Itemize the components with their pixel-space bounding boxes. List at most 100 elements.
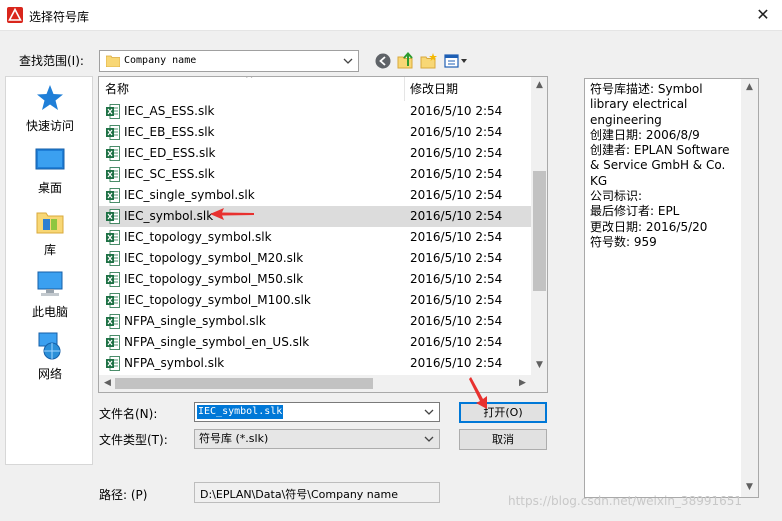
excel-file-icon	[106, 188, 120, 203]
desc-line: 符号库描述: Symbol library electrical enginee…	[590, 82, 703, 127]
excel-file-icon	[106, 335, 120, 350]
file-name: NFPA_symbol.slk	[124, 356, 225, 370]
place-label: 快速访问	[25, 119, 74, 133]
network-icon	[38, 332, 61, 360]
up-folder-icon[interactable]	[396, 51, 416, 71]
close-icon[interactable]: ✕	[752, 5, 774, 25]
file-row[interactable]: IEC_symbol.slk 2016/5/10 2:54	[99, 206, 531, 227]
scroll-left-icon[interactable]: ◀	[99, 378, 116, 388]
file-row[interactable]: IEC_ED_ESS.slk 2016/5/10 2:54	[99, 143, 531, 164]
file-row[interactable]: NFPA_single_symbol_en_US.slk 2016/5/10 2:…	[99, 332, 531, 353]
file-date: 2016/5/10 2:54	[410, 146, 503, 160]
file-date: 2016/5/10 2:54	[410, 230, 503, 244]
view-menu-icon[interactable]	[443, 51, 471, 71]
file-name: IEC_ED_ESS.slk	[124, 146, 216, 160]
desc-line: 更改日期: 2016/5/20	[590, 219, 708, 234]
scroll-down-icon[interactable]: ▼	[741, 482, 758, 492]
chevron-down-icon[interactable]	[341, 54, 355, 68]
scroll-up-icon[interactable]: ▲	[531, 80, 547, 90]
place-desktop[interactable]: 桌面	[6, 145, 94, 203]
file-date: 2016/5/10 2:54	[410, 293, 503, 307]
excel-file-icon	[106, 125, 120, 140]
file-name: IEC_single_symbol.slk	[124, 188, 255, 202]
scroll-right-icon[interactable]: ▶	[514, 378, 531, 388]
file-date: 2016/5/10 2:54	[410, 167, 503, 181]
place-label: 此电脑	[31, 305, 68, 319]
computer-icon	[37, 271, 63, 296]
desktop-icon	[35, 148, 65, 170]
lookin-combo[interactable]: Company name	[99, 50, 359, 72]
file-name: IEC_topology_symbol.slk	[124, 230, 272, 244]
filename-combo[interactable]: IEC_symbol.slk	[194, 402, 440, 422]
filename-label: 文件名(N):	[99, 407, 158, 421]
file-row[interactable]: NFPA_single_symbol.slk 2016/5/10 2:54	[99, 311, 531, 332]
file-row[interactable]: IEC_topology_symbol.slk 2016/5/10 2:54	[99, 227, 531, 248]
column-name-label: 名称	[105, 82, 130, 96]
file-row[interactable]: IEC_single_symbol.slk 2016/5/10 2:54	[99, 185, 531, 206]
file-rows: IEC_AS_ESS.slk 2016/5/10 2:54 IEC_EB_ESS.s…	[99, 101, 531, 374]
file-row[interactable]: IEC_SC_ESS.slk 2016/5/10 2:54	[99, 164, 531, 185]
title-bar: 选择符号库 ✕	[0, 0, 782, 31]
chevron-down-icon[interactable]	[422, 405, 436, 419]
place-label: 桌面	[37, 181, 62, 195]
scroll-up-icon[interactable]: ▲	[741, 82, 758, 92]
cancel-button[interactable]: 取消	[459, 429, 547, 450]
file-row[interactable]: IEC_EB_ESS.slk 2016/5/10 2:54	[99, 122, 531, 143]
excel-file-icon	[106, 209, 120, 224]
path-field: D:\EPLAN\Data\符号\Company name	[194, 482, 440, 503]
place-label: 库	[43, 243, 56, 257]
filename-input[interactable]: IEC_symbol.slk	[197, 405, 284, 419]
file-row[interactable]: IEC_AS_ESS.slk 2016/5/10 2:54	[99, 101, 531, 122]
file-row[interactable]: IEC_topology_symbol_M100.slk 2016/5/10 2:…	[99, 290, 531, 311]
scroll-corner	[531, 375, 547, 392]
excel-file-icon	[106, 167, 120, 182]
desc-line: 公司标识:	[590, 189, 643, 204]
chevron-down-icon[interactable]	[422, 432, 436, 446]
places-bar: 快速访问 桌面 库 此电脑 网络	[5, 76, 93, 465]
file-date: 2016/5/10 2:54	[410, 125, 503, 139]
new-folder-icon[interactable]	[419, 51, 439, 71]
desc-line: 创建者: EPLAN Software & Service GmbH & Co.…	[590, 143, 730, 188]
path-label: 路径: (P)	[99, 488, 148, 502]
file-name: IEC_topology_symbol_M100.slk	[124, 293, 311, 307]
library-description-panel: 符号库描述: Symbol library electrical enginee…	[584, 78, 759, 498]
back-icon[interactable]	[373, 51, 393, 71]
lookin-label: 查找范围(I):	[19, 54, 84, 68]
column-date-label: 修改日期	[410, 82, 459, 96]
excel-file-icon	[106, 356, 120, 371]
excel-file-icon	[106, 104, 120, 119]
column-header-name[interactable]: 名称 ^	[99, 77, 405, 101]
file-date: 2016/5/10 2:54	[410, 104, 503, 118]
file-name: IEC_symbol.slk	[124, 209, 214, 223]
folder-icon	[106, 55, 120, 67]
sort-caret-icon: ^	[245, 76, 254, 85]
place-quick-access[interactable]: 快速访问	[6, 83, 94, 141]
desc-line: 符号数: 959	[590, 234, 657, 249]
file-list[interactable]: 名称 ^ 修改日期 IEC_AS_ESS.slk 2016/5/10 2:54 IE…	[98, 76, 548, 393]
watermark: https://blog.csdn.net/weixin_38991651	[508, 494, 743, 508]
file-date: 2016/5/10 2:54	[410, 356, 503, 370]
filetype-select[interactable]: 符号库 (*.slk)	[194, 429, 440, 449]
description-scrollbar[interactable]: ▲ ▼	[741, 79, 758, 497]
file-date: 2016/5/10 2:54	[410, 209, 503, 223]
place-library[interactable]: 库	[6, 207, 94, 265]
open-button[interactable]: 打开(O)	[459, 402, 547, 423]
file-name: IEC_EB_ESS.slk	[124, 125, 215, 139]
file-row[interactable]: NFPA_symbol.slk 2016/5/10 2:54	[99, 353, 531, 374]
file-name: NFPA_single_symbol.slk	[124, 314, 266, 328]
file-date: 2016/5/10 2:54	[410, 335, 503, 349]
file-date: 2016/5/10 2:54	[410, 314, 503, 328]
excel-file-icon	[106, 314, 120, 329]
place-this-pc[interactable]: 此电脑	[6, 269, 94, 327]
scroll-down-icon[interactable]: ▼	[531, 360, 547, 370]
horizontal-scroll-thumb[interactable]	[115, 378, 373, 389]
horizontal-scrollbar[interactable]: ◀ ▶	[99, 375, 531, 392]
vertical-scrollbar[interactable]: ▲ ▼	[531, 77, 547, 375]
library-icon	[36, 212, 64, 234]
file-row[interactable]: IEC_topology_symbol_M20.slk 2016/5/10 2:5…	[99, 248, 531, 269]
place-network[interactable]: 网络	[6, 331, 94, 389]
vertical-scroll-thumb[interactable]	[533, 171, 546, 291]
file-name: IEC_topology_symbol_M20.slk	[124, 251, 304, 265]
column-header-date[interactable]: 修改日期	[406, 77, 532, 101]
file-row[interactable]: IEC_topology_symbol_M50.slk 2016/5/10 2:5…	[99, 269, 531, 290]
